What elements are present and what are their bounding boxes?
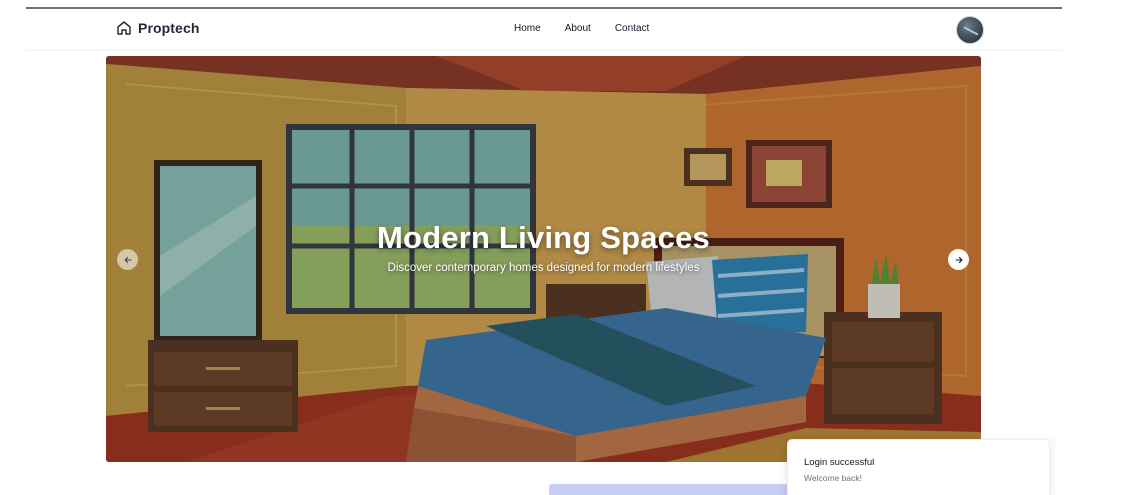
home-icon (117, 21, 131, 35)
user-avatar[interactable] (956, 16, 984, 44)
hero-title: Modern Living Spaces (376, 220, 710, 255)
hero-caption: Modern Living Spaces Discover contempora… (106, 220, 981, 274)
main-nav: Home About Contact (514, 23, 649, 34)
hero-subtitle: Discover contemporary homes designed for… (387, 262, 700, 274)
nav-contact-link[interactable]: Contact (615, 23, 649, 34)
page: Proptech Home About Contact Modern Livin… (0, 0, 1135, 495)
carousel-next-button[interactable] (948, 249, 969, 270)
arrow-right-icon (955, 256, 962, 263)
nav-home-link[interactable]: Home (514, 23, 541, 34)
content-card-top (549, 484, 799, 495)
brand-logo[interactable]: Proptech (116, 20, 199, 36)
toast-title: Login successful (804, 457, 875, 468)
toast-description: Welcome back! (804, 473, 862, 483)
brand-name: Proptech (138, 20, 200, 36)
carousel-prev-button[interactable] (117, 249, 138, 270)
hero-carousel: Modern Living Spaces Discover contempora… (106, 56, 981, 462)
nav-about-link[interactable]: About (565, 23, 591, 34)
navbar: Proptech Home About Contact (26, 9, 1062, 51)
toast-notification[interactable]: Login successful Welcome back! (787, 439, 1050, 495)
arrow-left-icon (124, 256, 131, 263)
